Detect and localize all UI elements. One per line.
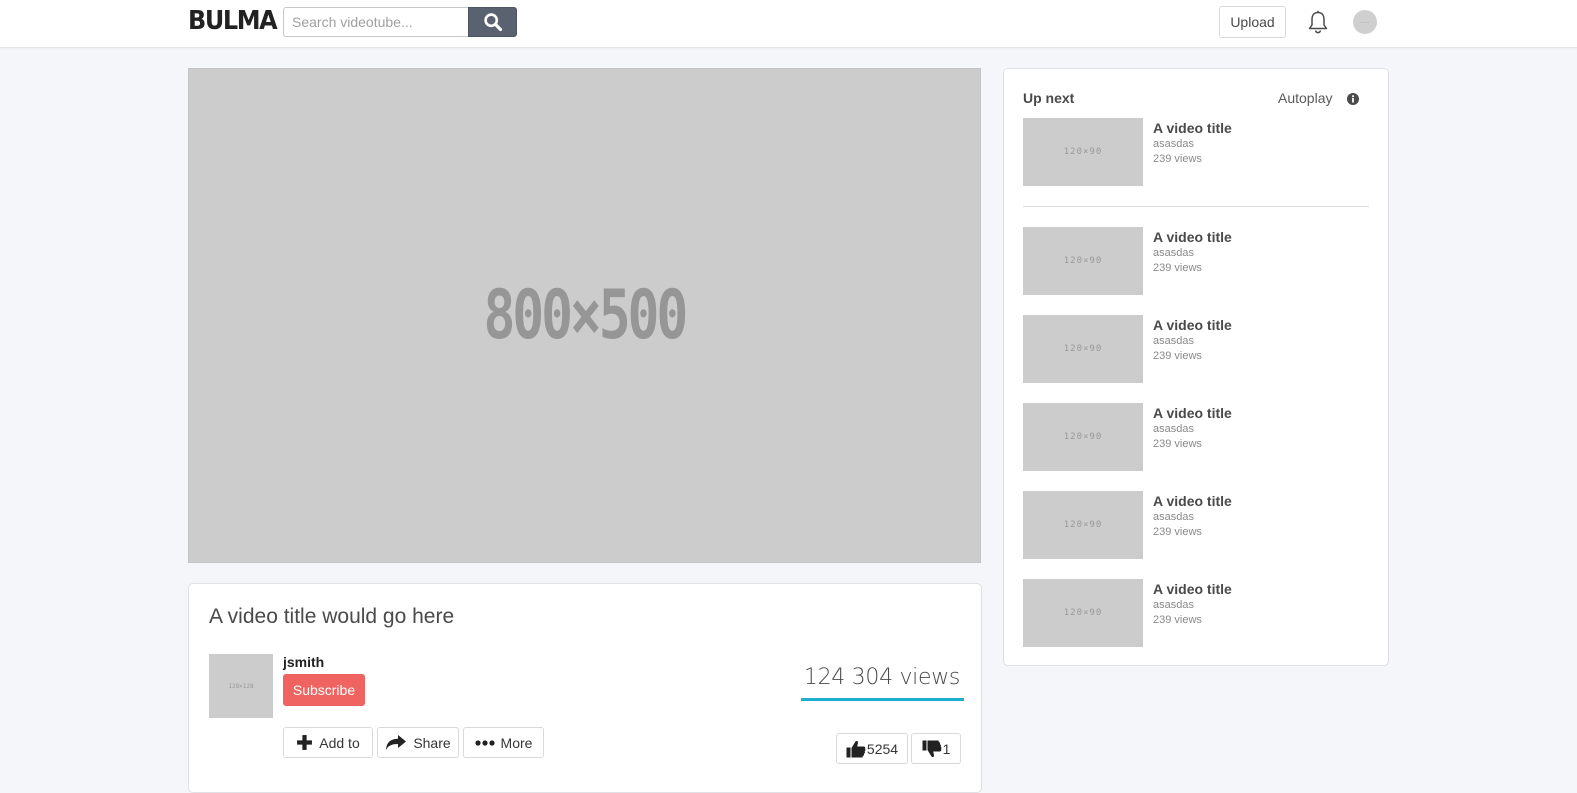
up-next-video-item[interactable]: 120×90 A video title asasdas 239 views xyxy=(1023,315,1369,383)
video-item-title: A video title xyxy=(1153,493,1232,509)
video-item-title: A video title xyxy=(1153,405,1232,421)
search-button[interactable] xyxy=(468,7,517,37)
share-icon xyxy=(386,735,407,750)
video-title: A video title would go here xyxy=(209,605,455,628)
video-item-title: A video title xyxy=(1153,120,1232,136)
video-thumbnail: 120×90 xyxy=(1023,579,1143,647)
video-item-channel: asasdas xyxy=(1153,511,1194,523)
video-item-channel: asasdas xyxy=(1153,335,1194,347)
avatar-placeholder-text: ··· xyxy=(1360,17,1370,27)
user-avatar[interactable]: ··· xyxy=(1353,10,1377,34)
video-item-title: A video title xyxy=(1153,317,1232,333)
upload-button[interactable]: Upload xyxy=(1219,6,1286,38)
up-next-video-item[interactable]: 120×90 A video title asasdas 239 views xyxy=(1023,579,1369,647)
autoplay-toggle[interactable]: Autoplay xyxy=(1278,90,1332,106)
add-to-button[interactable]: Add to xyxy=(283,727,373,758)
video-thumbnail: 120×90 xyxy=(1023,491,1143,559)
thumbs-down-icon xyxy=(922,740,942,757)
video-thumbnail: 120×90 xyxy=(1023,118,1143,186)
video-item-views: 239 views xyxy=(1153,262,1202,274)
more-label: More xyxy=(500,734,533,751)
plus-icon xyxy=(297,735,313,750)
up-next-title: Up next xyxy=(1023,90,1075,106)
up-next-video-item[interactable]: 120×90 A video title asasdas 239 views xyxy=(1023,227,1369,295)
logo[interactable]: BULMA xyxy=(188,6,278,36)
add-to-label: Add to xyxy=(319,734,360,751)
video-item-views: 239 views xyxy=(1153,153,1202,165)
video-thumbnail: 120×90 xyxy=(1023,403,1143,471)
views-count: 124 304 views xyxy=(803,665,961,690)
video-info-card: A video title would go here 128×128 jsmi… xyxy=(188,583,982,793)
dislike-count: 1 xyxy=(942,740,951,757)
video-item-title: A video title xyxy=(1153,581,1232,597)
video-thumbnail: 120×90 xyxy=(1023,315,1143,383)
share-button[interactable]: Share xyxy=(377,727,459,758)
up-next-video-item[interactable]: 120×90 A video title asasdas 239 views xyxy=(1023,491,1369,559)
player-placeholder-text: 800×500 xyxy=(483,276,689,355)
top-navbar: BULMA Upload ··· xyxy=(0,0,1577,48)
video-thumbnail: 120×90 xyxy=(1023,227,1143,295)
video-player[interactable]: 800×500 xyxy=(188,68,981,563)
video-item-views: 239 views xyxy=(1153,438,1202,450)
video-item-channel: asasdas xyxy=(1153,247,1194,259)
thumbs-up-icon xyxy=(846,740,866,757)
video-item-views: 239 views xyxy=(1153,614,1202,626)
up-next-card: Up next Autoplay 120×90 A video title as… xyxy=(1003,68,1389,666)
divider xyxy=(1023,206,1369,207)
share-label: Share xyxy=(413,734,451,751)
dislike-button[interactable]: 1 xyxy=(911,733,961,764)
bell-icon[interactable] xyxy=(1307,10,1329,34)
video-item-channel: asasdas xyxy=(1153,138,1194,150)
channel-avatar-placeholder-text: 128×128 xyxy=(228,682,254,690)
video-item-views: 239 views xyxy=(1153,526,1202,538)
like-count: 5254 xyxy=(866,740,899,757)
views-bar xyxy=(801,698,964,701)
up-next-video-item[interactable]: 120×90 A video title asasdas 239 views xyxy=(1023,118,1369,186)
channel-avatar[interactable]: 128×128 xyxy=(209,654,273,718)
video-item-title: A video title xyxy=(1153,229,1232,245)
up-next-video-item[interactable]: 120×90 A video title asasdas 239 views xyxy=(1023,403,1369,471)
video-item-channel: asasdas xyxy=(1153,599,1194,611)
like-button[interactable]: 5254 xyxy=(836,733,908,764)
channel-name[interactable]: jsmith xyxy=(283,654,324,670)
search-icon xyxy=(483,13,502,32)
subscribe-button[interactable]: Subscribe xyxy=(283,674,365,706)
info-icon[interactable] xyxy=(1347,93,1359,105)
ellipsis-icon xyxy=(474,739,495,746)
search-input[interactable] xyxy=(283,7,468,37)
video-item-views: 239 views xyxy=(1153,350,1202,362)
more-button[interactable]: More xyxy=(463,727,544,758)
video-item-channel: asasdas xyxy=(1153,423,1194,435)
